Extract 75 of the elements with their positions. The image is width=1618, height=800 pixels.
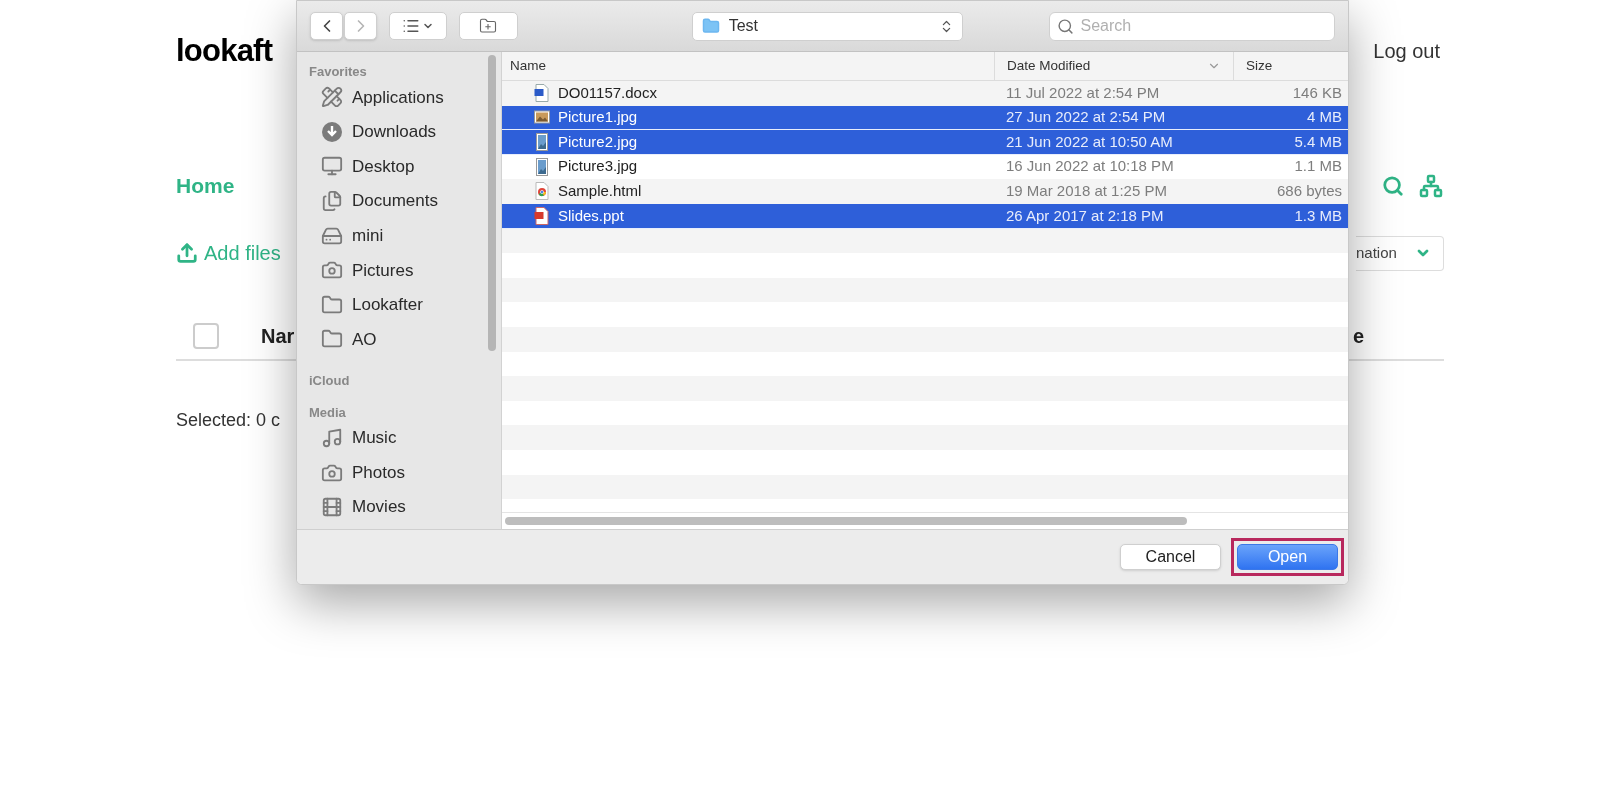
document-icon (534, 83, 550, 102)
monitor-icon (321, 155, 343, 178)
sidebar-item[interactable]: Photos (309, 455, 501, 490)
file-size: 1.3 MB (1293, 205, 1343, 226)
file-size: 4 MB (1306, 107, 1343, 128)
image-icon (534, 108, 550, 127)
folder-icon (700, 17, 721, 35)
file-row[interactable]: Sample.html 19 Mar 2018 at 1:25 PM 686 bytes (502, 179, 1348, 204)
logout-link[interactable]: Log out (1373, 36, 1444, 66)
file-size: 5.4 MB (1293, 131, 1343, 152)
sidebar-heading: Favorites (309, 63, 368, 80)
column-header[interactable]: Nar (261, 320, 295, 351)
new-folder-icon (478, 17, 499, 35)
download-icon (321, 120, 343, 143)
column-header[interactable]: e (1352, 320, 1364, 351)
upload-icon (176, 242, 198, 264)
scrollbar-thumb[interactable] (505, 517, 1187, 525)
sidebar-item[interactable]: Music (309, 420, 501, 456)
scrollbar-thumb[interactable] (488, 55, 496, 351)
sidebar-item[interactable]: Desktop (309, 149, 501, 184)
sidebar-heading: iCloud (309, 371, 351, 389)
pencil-ruler-icon (321, 86, 343, 109)
date-modified: 11 Jul 2022 at 2:54 PM (1005, 82, 1161, 103)
sidebar-item[interactable]: Applications (309, 80, 501, 115)
sitemap-icon[interactable] (1418, 173, 1444, 198)
slides-icon (534, 206, 550, 225)
date-modified: 26 Apr 2017 at 2:18 PM (1005, 205, 1165, 226)
sidebar-item[interactable]: Downloads (309, 114, 501, 150)
sidebar-item[interactable]: Lookafter (309, 287, 501, 323)
new-folder-button[interactable] (459, 12, 518, 40)
file-size: 686 bytes (1275, 180, 1343, 201)
file-size: 146 KB (1291, 82, 1343, 103)
location-dropdown[interactable]: Test (691, 11, 963, 41)
folder-icon (321, 293, 343, 316)
date-modified: 27 Jun 2022 at 2:54 PM (1005, 107, 1167, 128)
list-icon (402, 17, 421, 35)
back-button[interactable] (310, 12, 343, 40)
column-header[interactable]: Date Modified (994, 52, 1233, 80)
file-size: 1.1 MB (1293, 156, 1343, 177)
sidebar-heading: Media (309, 403, 347, 421)
image-icon (534, 157, 550, 176)
file-name: Sample.html (558, 180, 642, 201)
search-icon[interactable] (1382, 174, 1404, 197)
file-name: Picture1.jpg (558, 107, 638, 128)
selection-status: Selected: 0 c (176, 408, 281, 432)
checkbox[interactable] (193, 322, 219, 349)
file-row[interactable]: DO01157.docx 11 Jul 2022 at 2:54 PM 146 KB (502, 81, 1348, 106)
sidebar-item[interactable]: Pictures (309, 252, 501, 288)
date-modified: 19 Mar 2018 at 1:25 PM (1005, 180, 1168, 201)
date-modified: 21 Jun 2022 at 10:50 AM (1005, 131, 1174, 152)
sidebar-item[interactable]: Documents (309, 183, 501, 219)
cancel-button[interactable]: Cancel (1120, 544, 1221, 570)
logo[interactable]: lookaft (176, 27, 273, 75)
dropdown[interactable]: nation (1356, 235, 1444, 271)
file-name: Picture3.jpg (558, 156, 638, 177)
view-options-button[interactable] (389, 12, 448, 40)
film-icon (321, 496, 343, 519)
file-name: DO01157.docx (558, 82, 657, 103)
documents-icon (321, 190, 343, 213)
music-icon (321, 427, 343, 450)
image-icon (534, 133, 550, 151)
column-header[interactable]: Size (1233, 52, 1348, 80)
file-name: Picture2.jpg (558, 131, 638, 152)
browser-icon (534, 182, 550, 201)
sidebar-item[interactable]: mini (309, 218, 501, 253)
sidebar-item[interactable]: AO (309, 322, 501, 357)
file-row[interactable]: Picture1.jpg 27 Jun 2022 at 2:54 PM 4 MB (502, 105, 1348, 131)
sidebar-item[interactable]: Movies (309, 489, 501, 525)
column-header[interactable]: Name (502, 52, 994, 80)
file-row[interactable]: Picture2.jpg 21 Jun 2022 at 10:50 AM 5.4 MB (502, 130, 1348, 155)
search-field[interactable]: Search (1048, 11, 1335, 41)
file-row[interactable]: Slides.ppt 26 Apr 2017 at 2:18 PM 1.3 MB (502, 203, 1348, 229)
search-icon (1056, 17, 1074, 35)
date-modified: 16 Jun 2022 at 10:18 PM (1005, 156, 1175, 177)
file-name: Slides.ppt (558, 205, 624, 226)
